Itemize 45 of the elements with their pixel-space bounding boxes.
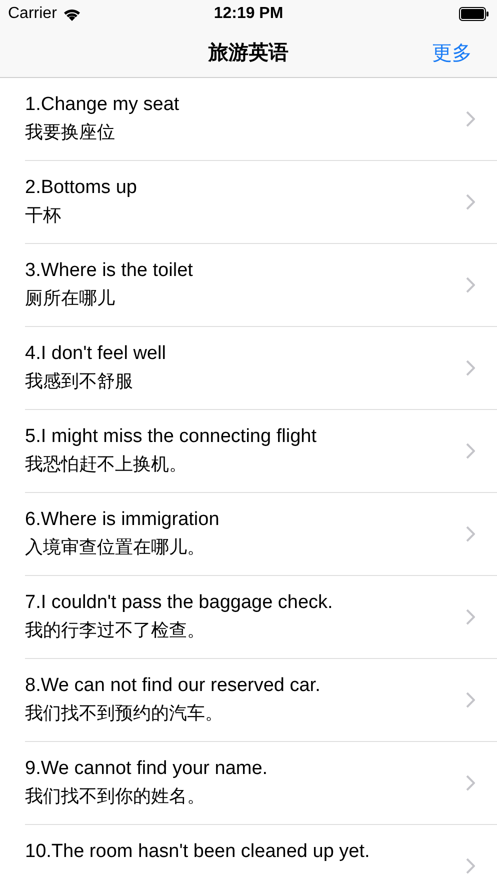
list-row[interactable]: 9.We cannot find your name. 我们找不到你的姓名。 [25, 742, 497, 825]
phrase-english: 1.Change my seat [25, 94, 180, 116]
list-row[interactable]: 5.I might miss the connecting flight 我恐怕赶不上换机。 [25, 410, 497, 493]
chevron-icon [466, 194, 475, 210]
list-row[interactable]: 10.The room hasn't been cleaned up yet. [25, 825, 497, 883]
list-row[interactable]: 4.I don't feel well 我感到不舒服 [25, 327, 497, 410]
list-row[interactable]: 6.Where is immigration 入境审查位置在哪儿。 [25, 493, 497, 576]
carrier-label: Carrier [8, 5, 57, 23]
phrase-chinese: 我们找不到你的姓名。 [25, 785, 206, 808]
phrase-chinese: 干杯 [25, 204, 62, 227]
phrase-english: 10.The room hasn't been cleaned up yet. [25, 841, 370, 863]
chevron-icon [466, 858, 475, 874]
phrase-chinese: 我感到不舒服 [25, 370, 134, 393]
phrase-chinese: 入境审查位置在哪儿。 [25, 536, 206, 559]
phrase-english: 2.Bottoms up [25, 177, 137, 199]
chevron-icon [466, 277, 475, 293]
phrase-chinese: 我恐怕赶不上换机。 [25, 453, 188, 476]
chevron-icon [466, 526, 475, 542]
phrase-chinese: 厕所在哪儿 [25, 287, 116, 310]
more-button[interactable]: 更多 [432, 39, 472, 66]
status-time: 12:19 PM [214, 5, 284, 23]
nav-title: 旅游英语 [208, 41, 288, 66]
phrase-chinese: 我的行李过不了检查。 [25, 619, 206, 642]
phrase-english: 8.We can not find our reserved car. [25, 675, 320, 697]
phrase-english: 5.I might miss the connecting flight [25, 426, 316, 448]
chevron-icon [466, 111, 475, 127]
list-row[interactable]: 1.Change my seat 我要换座位 [25, 78, 497, 161]
phrase-english: 9.We cannot find your name. [25, 758, 268, 780]
phrase-english: 4.I don't feel well [25, 343, 166, 365]
chevron-icon [466, 692, 475, 708]
wifi-icon [62, 8, 81, 20]
list-row[interactable]: 7.I couldn't pass the baggage check. 我的行李过不了检查。 [25, 576, 497, 659]
list-row[interactable]: 8.We can not find our reserved car. 我们找不到预约的汽车。 [25, 659, 497, 742]
phrase-chinese: 我要换座位 [25, 121, 116, 144]
phrase-english: 7.I couldn't pass the baggage check. [25, 592, 333, 614]
phrase-english: 3.Where is the toilet [25, 260, 193, 282]
phrase-english: 6.Where is immigration [25, 509, 220, 531]
list-row[interactable]: 3.Where is the toilet 厕所在哪儿 [25, 244, 497, 327]
chevron-icon [466, 775, 475, 791]
list-row[interactable]: 2.Bottoms up 干杯 [25, 161, 497, 244]
chevron-icon [466, 360, 475, 376]
chevron-icon [466, 609, 475, 625]
phrase-chinese: 我们找不到预约的汽车。 [25, 702, 224, 725]
battery-icon [459, 7, 489, 21]
chevron-icon [466, 443, 475, 459]
